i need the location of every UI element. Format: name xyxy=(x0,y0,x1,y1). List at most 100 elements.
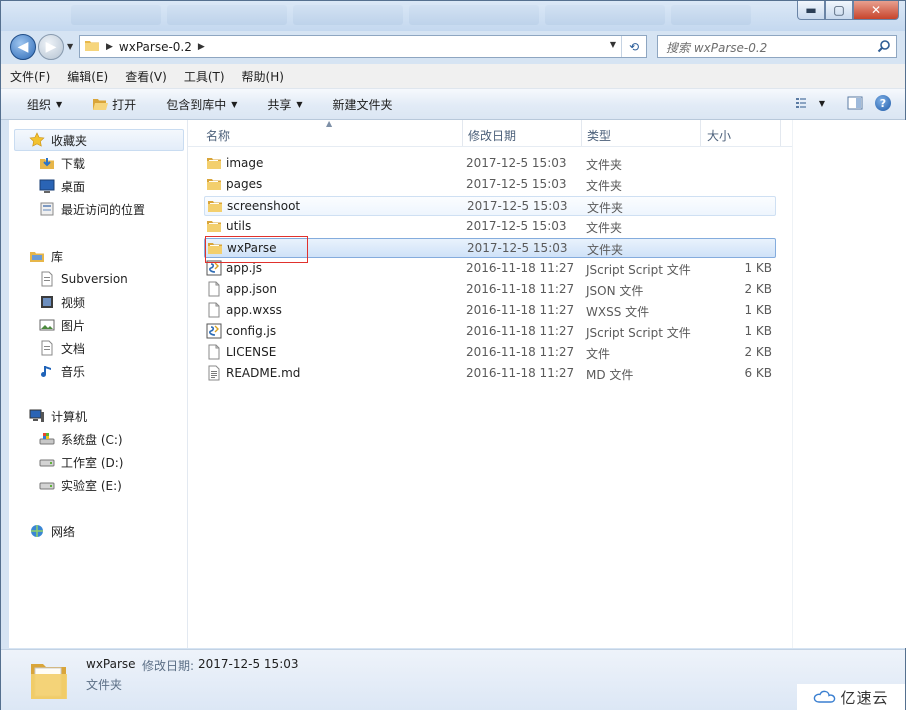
new-folder-button[interactable]: 新建文件夹 xyxy=(333,96,393,113)
nav-item-recent-places[interactable]: 最近访问的位置 xyxy=(39,199,145,219)
file-size: 2 KB xyxy=(744,282,772,296)
star-icon xyxy=(29,132,45,148)
address-bar[interactable]: ▶ wxParse-0.2 ▶ ▼ ⟲ xyxy=(79,35,647,58)
file-row[interactable]: README.md 2016-11-18 11:27 MD 文件 6 KB xyxy=(204,364,776,384)
new-folder-label: 新建文件夹 xyxy=(332,97,393,112)
file-name[interactable]: README.md xyxy=(226,366,300,380)
breadcrumb-current[interactable]: wxParse-0.2 xyxy=(119,40,192,54)
file-modified: 2016-11-18 11:27 xyxy=(466,366,575,380)
file-row[interactable]: image 2017-12-5 15:03 文件夹 xyxy=(204,154,776,174)
menu-help[interactable]: 帮助(H) xyxy=(233,68,292,85)
file-name[interactable]: config.js xyxy=(226,324,276,338)
downloads-icon xyxy=(39,155,55,171)
nav-network-label: 网络 xyxy=(51,524,76,539)
nav-item-pictures[interactable]: 图片 xyxy=(39,315,85,335)
file-row[interactable]: LICENSE 2016-11-18 11:27 文件 2 KB xyxy=(204,343,776,363)
file-icon xyxy=(206,302,222,318)
file-modified: 2017-12-5 15:03 xyxy=(466,156,567,170)
nav-favorites[interactable]: 收藏夹 xyxy=(29,130,87,150)
nav-computer[interactable]: 计算机 xyxy=(29,406,87,426)
file-row[interactable]: screenshoot 2017-12-5 15:03 文件夹 xyxy=(204,196,776,216)
maximize-button[interactable]: ▢ xyxy=(825,1,853,20)
minimize-button[interactable]: ▬ xyxy=(797,1,825,20)
close-button[interactable]: ✕ xyxy=(853,1,899,20)
menu-edit[interactable]: 编辑(E) xyxy=(58,68,116,85)
refresh-icon[interactable]: ⟲ xyxy=(621,36,646,57)
column-divider[interactable] xyxy=(700,120,701,146)
nav-drive-e[interactable]: 实验室 (E:) xyxy=(39,475,122,495)
file-name[interactable]: image xyxy=(226,156,263,170)
details-name: wxParse xyxy=(86,657,136,671)
file-name[interactable]: utils xyxy=(226,219,251,233)
title-bar: ▬ ▢ ✕ xyxy=(1,1,905,31)
file-name[interactable]: pages xyxy=(226,177,262,191)
file-row[interactable]: utils 2017-12-5 15:03 文件夹 xyxy=(204,217,776,237)
nav-libraries[interactable]: 库 xyxy=(29,246,63,266)
menu-tools[interactable]: 工具(T) xyxy=(175,68,233,85)
column-name[interactable]: 名称 xyxy=(206,127,230,144)
preview-pane-icon[interactable] xyxy=(847,96,863,110)
nav-drive-d[interactable]: 工作室 (D:) xyxy=(39,452,123,472)
menu-file[interactable]: 文件(F) xyxy=(1,68,58,85)
system-drive-icon xyxy=(39,431,55,447)
nav-network[interactable]: 网络 xyxy=(29,521,75,541)
file-row[interactable]: app.wxss 2016-11-18 11:27 WXSS 文件 1 KB xyxy=(204,301,776,321)
column-type[interactable]: 类型 xyxy=(587,127,611,144)
file-size: 2 KB xyxy=(744,345,772,359)
organize-button[interactable]: 组织 ▼ xyxy=(27,96,62,113)
nav-drive-c[interactable]: 系统盘 (C:) xyxy=(39,429,123,449)
nav-item-videos[interactable]: 视频 xyxy=(39,292,85,312)
search-input[interactable] xyxy=(664,37,868,58)
command-bar: 组织 ▼ 打开 包含到库中 ▼ 共享 ▼ 新建文件夹 ▼ ? xyxy=(1,89,905,120)
address-history-dropdown[interactable]: ▼ xyxy=(610,40,616,49)
file-row[interactable]: pages 2017-12-5 15:03 文件夹 xyxy=(204,175,776,195)
nav-item-music[interactable]: 音乐 xyxy=(39,361,85,381)
nav-item-subversion[interactable]: Subversion xyxy=(39,269,128,289)
recent-pages-dropdown[interactable]: ▼ xyxy=(67,42,73,51)
column-divider[interactable] xyxy=(780,120,781,146)
menu-view[interactable]: 查看(V) xyxy=(116,68,175,85)
folder-icon xyxy=(207,198,223,214)
file-name[interactable]: screenshoot xyxy=(227,199,300,213)
back-button[interactable]: ◀ xyxy=(10,34,36,60)
open-button[interactable]: 打开 xyxy=(92,96,136,113)
file-name[interactable]: app.wxss xyxy=(226,303,282,317)
drive-icon xyxy=(39,454,55,470)
view-caret-icon[interactable]: ▼ xyxy=(819,99,825,108)
file-list: ▲ 名称 修改日期 类型 大小 image 2017-12-5 15:03 文件夹 p… xyxy=(188,119,792,648)
search-icon[interactable] xyxy=(877,39,891,56)
share-button[interactable]: 共享 ▼ xyxy=(267,96,302,113)
details-modified-label: 修改日期: xyxy=(142,659,195,673)
cloud-logo-icon xyxy=(813,690,837,704)
nav-item-desktop[interactable]: 桌面 xyxy=(39,176,85,196)
breadcrumb-chevron-icon[interactable]: ▶ xyxy=(198,42,205,52)
file-name[interactable]: app.json xyxy=(226,282,277,296)
view-options-icon[interactable]: ▼ xyxy=(795,96,825,110)
nav-item-label: 图片 xyxy=(61,318,86,333)
watermark-text: 亿速云 xyxy=(840,688,889,707)
file-row[interactable]: config.js 2016-11-18 11:27 JScript Script … xyxy=(204,322,776,342)
include-library-button[interactable]: 包含到库中 ▼ xyxy=(166,96,237,113)
nav-item-downloads[interactable]: 下载 xyxy=(39,153,85,173)
file-name[interactable]: app.js xyxy=(226,261,262,275)
open-folder-icon xyxy=(92,97,109,111)
column-divider[interactable] xyxy=(581,120,582,146)
nav-item-documents[interactable]: 文档 xyxy=(39,338,85,358)
file-type: 文件夹 xyxy=(587,201,624,215)
breadcrumb-separator-icon[interactable]: ▶ xyxy=(106,42,113,52)
background-taskbar-blur xyxy=(71,5,771,27)
search-box[interactable] xyxy=(657,35,897,58)
forward-button[interactable]: ▶ xyxy=(38,34,64,60)
help-icon[interactable]: ? xyxy=(875,95,891,111)
file-modified: 2016-11-18 11:27 xyxy=(466,282,575,296)
column-divider[interactable] xyxy=(462,120,463,146)
file-row[interactable]: app.json 2016-11-18 11:27 JSON 文件 2 KB xyxy=(204,280,776,300)
file-name[interactable]: LICENSE xyxy=(226,345,276,359)
file-modified: 2017-12-5 15:03 xyxy=(466,219,567,233)
column-size[interactable]: 大小 xyxy=(707,127,731,144)
explorer-window: ▬ ▢ ✕ ◀ ▶ ▼ ▶ wxParse-0.2 ▶ ▼ ⟲ 文件(F) 编辑… xyxy=(0,0,906,710)
file-modified: 2017-12-5 15:03 xyxy=(467,241,568,255)
column-modified[interactable]: 修改日期 xyxy=(468,127,516,144)
folder-icon xyxy=(84,38,100,55)
organize-label: 组织 xyxy=(27,97,52,112)
